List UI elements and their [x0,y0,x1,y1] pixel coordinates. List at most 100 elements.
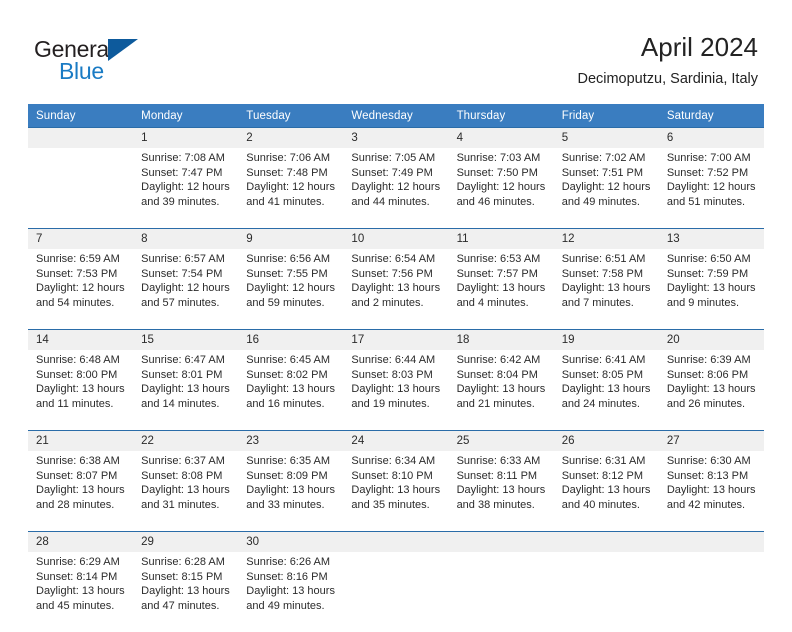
sunrise-text: Sunrise: 6:51 AM [562,252,653,267]
day-number-27[interactable]: 27 [659,431,764,452]
sunset-text: Sunset: 7:51 PM [562,166,653,181]
day-cell-14[interactable]: Sunrise: 6:48 AMSunset: 8:00 PMDaylight:… [28,350,133,431]
day-number-8[interactable]: 8 [133,229,238,250]
day-number-6[interactable]: 6 [659,128,764,149]
daylight-text-line2: and 57 minutes. [141,296,232,311]
logo-flag-icon [108,39,138,61]
day-cell-30[interactable]: Sunrise: 6:26 AMSunset: 8:16 PMDaylight:… [238,552,343,632]
day-number-30[interactable]: 30 [238,532,343,553]
day-number-18[interactable]: 18 [449,330,554,351]
day-number-empty [449,532,554,553]
day-cell-7[interactable]: Sunrise: 6:59 AMSunset: 7:53 PMDaylight:… [28,249,133,330]
day-cell-10[interactable]: Sunrise: 6:54 AMSunset: 7:56 PMDaylight:… [343,249,448,330]
day-number-4[interactable]: 4 [449,128,554,149]
day-cell-23[interactable]: Sunrise: 6:35 AMSunset: 8:09 PMDaylight:… [238,451,343,532]
day-cell-1[interactable]: Sunrise: 7:08 AMSunset: 7:47 PMDaylight:… [133,148,238,229]
day-cell-24[interactable]: Sunrise: 6:34 AMSunset: 8:10 PMDaylight:… [343,451,448,532]
day-number-14[interactable]: 14 [28,330,133,351]
day-number-16[interactable]: 16 [238,330,343,351]
day-number-3[interactable]: 3 [343,128,448,149]
sunset-text: Sunset: 8:09 PM [246,469,337,484]
sunrise-text: Sunrise: 6:56 AM [246,252,337,267]
daylight-text-line1: Daylight: 13 hours [457,382,548,397]
sunset-text: Sunset: 8:03 PM [351,368,442,383]
daylight-text-line2: and 46 minutes. [457,195,548,210]
day-cell-20[interactable]: Sunrise: 6:39 AMSunset: 8:06 PMDaylight:… [659,350,764,431]
day-cell-11[interactable]: Sunrise: 6:53 AMSunset: 7:57 PMDaylight:… [449,249,554,330]
week-detail-row: Sunrise: 7:08 AMSunset: 7:47 PMDaylight:… [28,148,764,229]
sunset-text: Sunset: 7:57 PM [457,267,548,282]
day-cell-6[interactable]: Sunrise: 7:00 AMSunset: 7:52 PMDaylight:… [659,148,764,229]
day-cell-3[interactable]: Sunrise: 7:05 AMSunset: 7:49 PMDaylight:… [343,148,448,229]
day-number-19[interactable]: 19 [554,330,659,351]
day-number-11[interactable]: 11 [449,229,554,250]
day-number-21[interactable]: 21 [28,431,133,452]
day-number-7[interactable]: 7 [28,229,133,250]
daylight-text-line2: and 44 minutes. [351,195,442,210]
sunset-text: Sunset: 7:55 PM [246,267,337,282]
day-number-29[interactable]: 29 [133,532,238,553]
daylight-text-line1: Daylight: 13 hours [351,382,442,397]
sunset-text: Sunset: 7:49 PM [351,166,442,181]
day-cell-19[interactable]: Sunrise: 6:41 AMSunset: 8:05 PMDaylight:… [554,350,659,431]
day-number-1[interactable]: 1 [133,128,238,149]
generalblue-logo: General Blue [34,36,164,84]
day-number-13[interactable]: 13 [659,229,764,250]
daylight-text-line2: and 35 minutes. [351,498,442,513]
day-number-17[interactable]: 17 [343,330,448,351]
day-cell-22[interactable]: Sunrise: 6:37 AMSunset: 8:08 PMDaylight:… [133,451,238,532]
day-number-23[interactable]: 23 [238,431,343,452]
daylight-text-line2: and 19 minutes. [351,397,442,412]
day-number-10[interactable]: 10 [343,229,448,250]
calendar-header-row: SundayMondayTuesdayWednesdayThursdayFrid… [28,104,764,128]
day-number-15[interactable]: 15 [133,330,238,351]
day-number-22[interactable]: 22 [133,431,238,452]
day-cell-17[interactable]: Sunrise: 6:44 AMSunset: 8:03 PMDaylight:… [343,350,448,431]
day-cell-8[interactable]: Sunrise: 6:57 AMSunset: 7:54 PMDaylight:… [133,249,238,330]
sunset-text: Sunset: 7:54 PM [141,267,232,282]
day-cell-2[interactable]: Sunrise: 7:06 AMSunset: 7:48 PMDaylight:… [238,148,343,229]
day-cell-25[interactable]: Sunrise: 6:33 AMSunset: 8:11 PMDaylight:… [449,451,554,532]
day-cell-16[interactable]: Sunrise: 6:45 AMSunset: 8:02 PMDaylight:… [238,350,343,431]
day-number-2[interactable]: 2 [238,128,343,149]
sunrise-text: Sunrise: 6:45 AM [246,353,337,368]
daylight-text-line2: and 33 minutes. [246,498,337,513]
daylight-text-line2: and 51 minutes. [667,195,758,210]
day-number-5[interactable]: 5 [554,128,659,149]
day-cell-13[interactable]: Sunrise: 6:50 AMSunset: 7:59 PMDaylight:… [659,249,764,330]
day-cell-27[interactable]: Sunrise: 6:30 AMSunset: 8:13 PMDaylight:… [659,451,764,532]
sunset-text: Sunset: 8:06 PM [667,368,758,383]
day-cell-28[interactable]: Sunrise: 6:29 AMSunset: 8:14 PMDaylight:… [28,552,133,632]
day-number-25[interactable]: 25 [449,431,554,452]
week-daynumber-row: 14151617181920 [28,330,764,351]
day-cell-9[interactable]: Sunrise: 6:56 AMSunset: 7:55 PMDaylight:… [238,249,343,330]
day-cell-26[interactable]: Sunrise: 6:31 AMSunset: 8:12 PMDaylight:… [554,451,659,532]
day-cell-21[interactable]: Sunrise: 6:38 AMSunset: 8:07 PMDaylight:… [28,451,133,532]
sunrise-text: Sunrise: 6:35 AM [246,454,337,469]
page-header: General Blue April 2024 Decimoputzu, Sar… [0,0,792,104]
day-number-26[interactable]: 26 [554,431,659,452]
daylight-text-line1: Daylight: 12 hours [351,180,442,195]
day-number-28[interactable]: 28 [28,532,133,553]
day-number-20[interactable]: 20 [659,330,764,351]
day-cell-empty [449,552,554,632]
daylight-text-line2: and 38 minutes. [457,498,548,513]
sunset-text: Sunset: 8:10 PM [351,469,442,484]
day-cell-15[interactable]: Sunrise: 6:47 AMSunset: 8:01 PMDaylight:… [133,350,238,431]
daylight-text-line2: and 40 minutes. [562,498,653,513]
day-cell-4[interactable]: Sunrise: 7:03 AMSunset: 7:50 PMDaylight:… [449,148,554,229]
day-number-empty [343,532,448,553]
daylight-text-line2: and 14 minutes. [141,397,232,412]
day-cell-5[interactable]: Sunrise: 7:02 AMSunset: 7:51 PMDaylight:… [554,148,659,229]
week-detail-row: Sunrise: 6:29 AMSunset: 8:14 PMDaylight:… [28,552,764,632]
day-number-24[interactable]: 24 [343,431,448,452]
day-cell-18[interactable]: Sunrise: 6:42 AMSunset: 8:04 PMDaylight:… [449,350,554,431]
daylight-text-line1: Daylight: 12 hours [562,180,653,195]
day-cell-29[interactable]: Sunrise: 6:28 AMSunset: 8:15 PMDaylight:… [133,552,238,632]
day-cell-12[interactable]: Sunrise: 6:51 AMSunset: 7:58 PMDaylight:… [554,249,659,330]
day-number-12[interactable]: 12 [554,229,659,250]
week-daynumber-row: 282930 [28,532,764,553]
day-number-9[interactable]: 9 [238,229,343,250]
sunrise-text: Sunrise: 6:57 AM [141,252,232,267]
weekday-header-saturday: Saturday [659,104,764,128]
